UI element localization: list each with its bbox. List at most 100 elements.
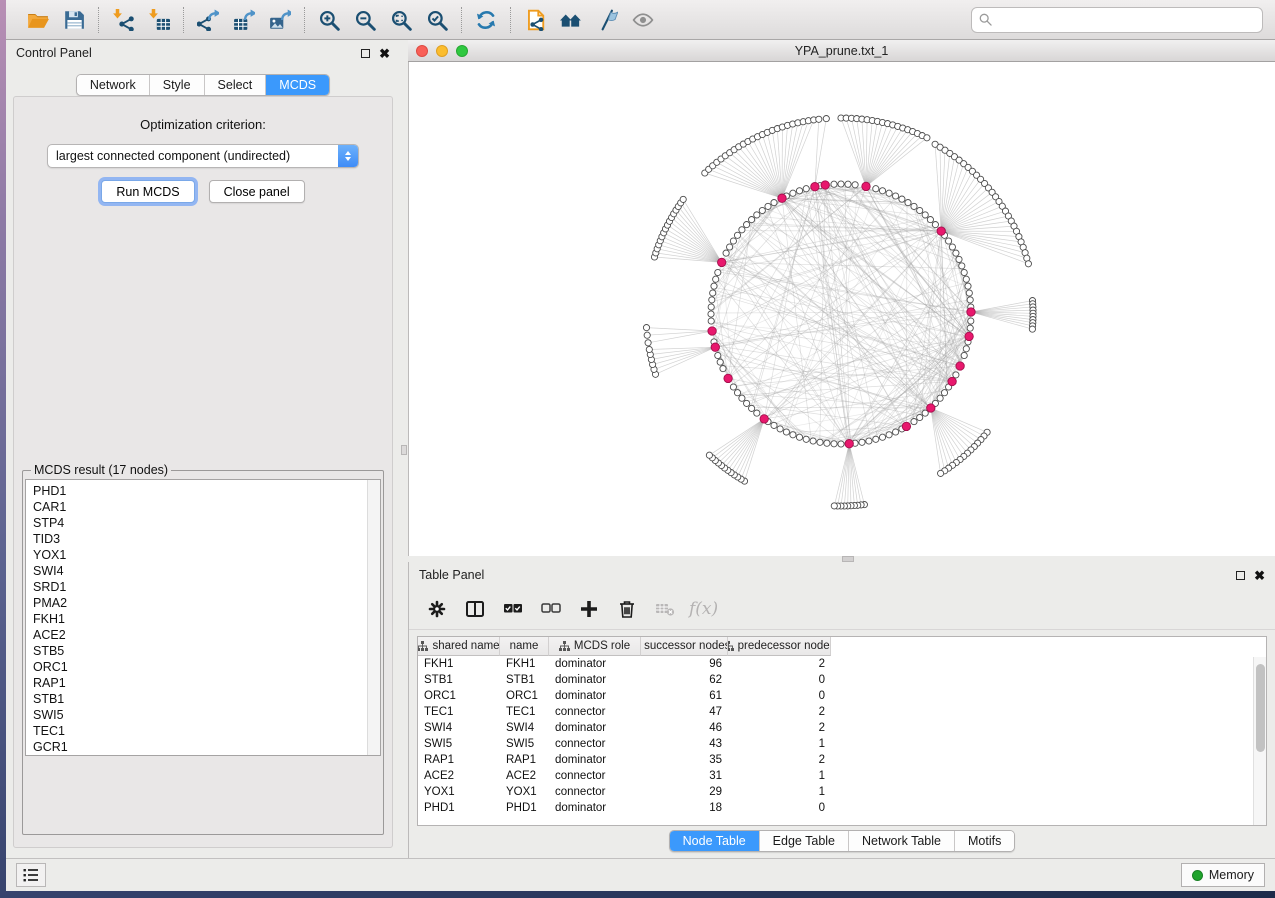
graph-node[interactable] <box>759 207 765 213</box>
tab-network[interactable]: Network <box>77 75 149 95</box>
graph-node[interactable] <box>852 182 858 188</box>
zoom-in-button[interactable] <box>313 5 345 35</box>
table-cell[interactable]: 2 <box>728 752 831 768</box>
close-panel-icon[interactable]: ✖ <box>1254 569 1265 582</box>
graph-node[interactable] <box>643 325 649 331</box>
float-panel-icon[interactable] <box>361 49 370 58</box>
graph-node[interactable] <box>810 438 816 444</box>
table-cell[interactable]: STB1 <box>500 672 549 688</box>
graph-node[interactable] <box>730 384 736 390</box>
task-history-button[interactable] <box>16 863 46 887</box>
mcds-result-item[interactable]: SWI5 <box>33 707 367 723</box>
table-cell[interactable]: 1 <box>728 784 831 800</box>
graph-hub-node[interactable] <box>902 422 910 430</box>
column-header-shared-name[interactable]: shared name <box>418 637 500 656</box>
mcds-result-item[interactable]: FKH1 <box>33 611 367 627</box>
graph-hub-node[interactable] <box>811 183 819 191</box>
close-panel-icon[interactable]: ✖ <box>379 47 390 60</box>
mcds-result-item[interactable]: SRD1 <box>33 579 367 595</box>
graph-node[interactable] <box>754 410 760 416</box>
graph-node[interactable] <box>744 400 750 406</box>
graph-hub-node[interactable] <box>718 258 726 266</box>
graph-node[interactable] <box>765 203 771 209</box>
graph-node[interactable] <box>710 290 716 296</box>
graph-node[interactable] <box>645 340 651 346</box>
graph-node[interactable] <box>968 318 974 324</box>
graph-node[interactable] <box>922 212 928 218</box>
graph-node[interactable] <box>803 186 809 192</box>
tab-style[interactable]: Style <box>149 75 204 95</box>
graph-node[interactable] <box>720 366 726 372</box>
table-cell[interactable]: ACE2 <box>418 768 500 784</box>
table-cell[interactable]: 2 <box>728 704 831 720</box>
export-image-button[interactable] <box>264 5 296 35</box>
graph-node[interactable] <box>771 422 777 428</box>
graph-node[interactable] <box>959 263 965 269</box>
zoom-fit-button[interactable] <box>385 5 417 35</box>
table-cell[interactable]: 43 <box>641 736 728 752</box>
table-cell[interactable]: 47 <box>641 704 728 720</box>
graph-node[interactable] <box>644 332 650 338</box>
table-cell[interactable]: SWI5 <box>418 736 500 752</box>
graph-node[interactable] <box>879 434 885 440</box>
graph-node[interactable] <box>932 222 938 228</box>
zoom-out-button[interactable] <box>349 5 381 35</box>
close-panel-button[interactable]: Close panel <box>209 180 305 203</box>
run-mcds-button[interactable]: Run MCDS <box>101 180 194 203</box>
graph-node[interactable] <box>899 196 905 202</box>
mcds-result-item[interactable]: ACE2 <box>33 627 367 643</box>
graph-node[interactable] <box>646 346 652 352</box>
table-cell[interactable]: dominator <box>549 656 641 672</box>
graph-node[interactable] <box>911 419 917 425</box>
graph-hub-node[interactable] <box>821 181 829 189</box>
graph-node[interactable] <box>717 359 723 365</box>
graph-node[interactable] <box>754 212 760 218</box>
table-scrollbar-thumb[interactable] <box>1256 664 1265 752</box>
table-cell[interactable]: dominator <box>549 752 641 768</box>
table-cell[interactable]: 61 <box>641 688 728 704</box>
graph-node[interactable] <box>823 116 829 122</box>
graph-hub-node[interactable] <box>965 332 973 340</box>
export-network-button[interactable] <box>192 5 224 35</box>
tab-motifs[interactable]: Motifs <box>954 831 1014 851</box>
table-cell[interactable]: dominator <box>549 672 641 688</box>
mcds-result-item[interactable]: SWI4 <box>33 563 367 579</box>
graph-node[interactable] <box>961 352 967 358</box>
graph-node[interactable] <box>911 203 917 209</box>
table-cell[interactable]: 29 <box>641 784 728 800</box>
table-cell[interactable]: SWI5 <box>500 736 549 752</box>
graph-node[interactable] <box>886 190 892 196</box>
table-cell[interactable]: PHD1 <box>418 800 500 816</box>
mcds-list-scrollbar[interactable] <box>367 480 380 755</box>
search-input[interactable] <box>971 7 1263 33</box>
select-all-checked-button[interactable] <box>499 595 527 623</box>
graph-node[interactable] <box>917 207 923 213</box>
refresh-layout-button[interactable] <box>470 5 502 35</box>
table-cell[interactable]: YOX1 <box>500 784 549 800</box>
float-panel-icon[interactable] <box>1236 571 1245 580</box>
graph-node[interactable] <box>803 436 809 442</box>
table-cell[interactable]: 46 <box>641 720 728 736</box>
table-cell[interactable]: ACE2 <box>500 768 549 784</box>
graph-node[interactable] <box>873 436 879 442</box>
graph-node[interactable] <box>838 181 844 187</box>
table-cell[interactable]: 35 <box>641 752 728 768</box>
save-session-button[interactable] <box>58 5 90 35</box>
graph-node[interactable] <box>796 434 802 440</box>
graph-node[interactable] <box>739 227 745 233</box>
memory-button[interactable]: Memory <box>1181 863 1265 887</box>
graph-node[interactable] <box>713 276 719 282</box>
graph-hub-node[interactable] <box>927 404 935 412</box>
graph-node[interactable] <box>967 297 973 303</box>
graph-node[interactable] <box>873 186 879 192</box>
graph-node[interactable] <box>715 269 721 275</box>
column-header-successor-nodes[interactable]: successor nodes▾ <box>641 637 728 656</box>
graph-hub-node[interactable] <box>760 415 768 423</box>
graph-node[interactable] <box>886 432 892 438</box>
table-cell[interactable]: 96 <box>641 656 728 672</box>
share-document-button[interactable] <box>519 5 551 35</box>
table-cell[interactable]: TEC1 <box>500 704 549 720</box>
graph-node[interactable] <box>879 188 885 194</box>
graph-hub-node[interactable] <box>937 227 945 235</box>
table-cell[interactable]: connector <box>549 768 641 784</box>
